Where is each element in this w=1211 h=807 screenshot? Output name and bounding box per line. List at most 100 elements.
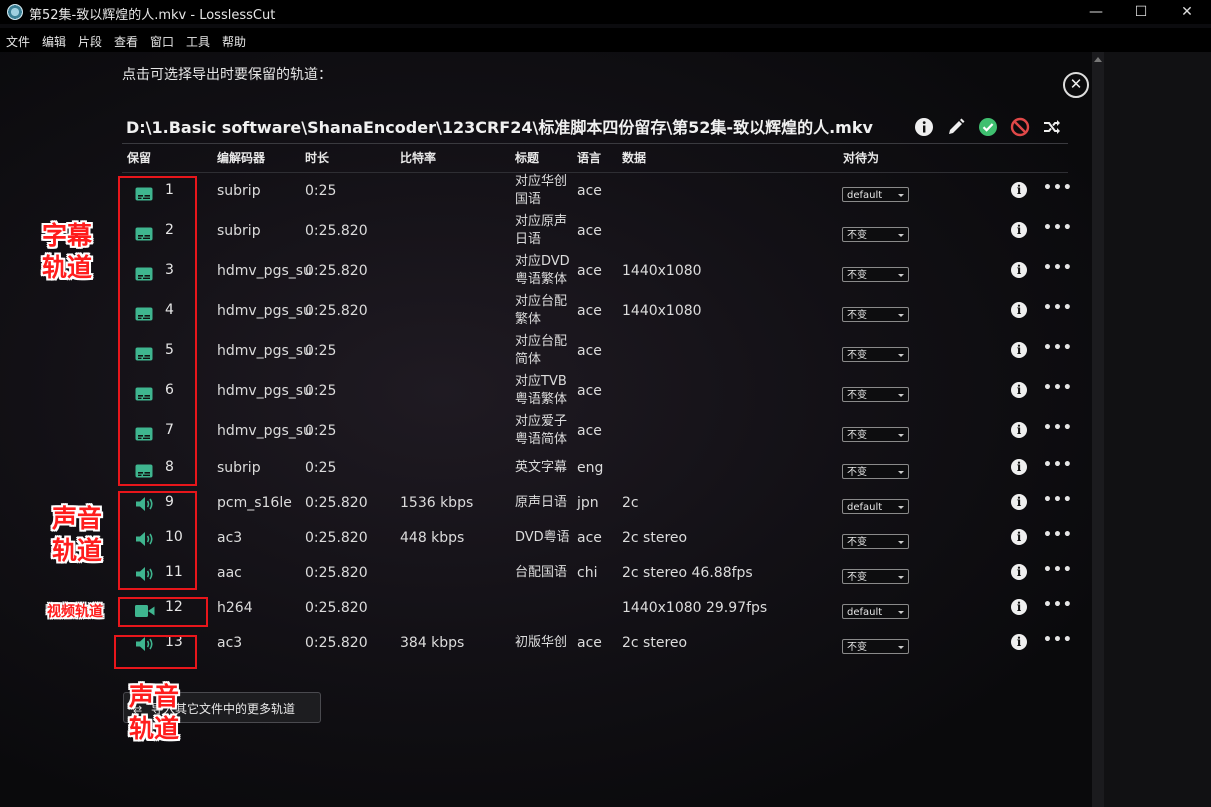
more-options-icon[interactable]: ••• — [1043, 632, 1073, 648]
info-icon[interactable] — [914, 117, 934, 137]
disposition-value: 不变 — [847, 350, 867, 361]
disposition-select[interactable]: default — [842, 499, 909, 514]
minimize-button[interactable]: — — [1073, 0, 1119, 24]
col-lang[interactable]: 语言 — [577, 149, 601, 166]
track-info-icon[interactable]: i — [1011, 564, 1027, 580]
track-bitrate: 384 kbps — [400, 635, 465, 651]
more-options-icon[interactable]: ••• — [1043, 492, 1073, 508]
menu-help[interactable]: 帮助 — [222, 33, 246, 50]
more-options-icon[interactable]: ••• — [1043, 260, 1073, 276]
keep-all-check-icon[interactable] — [978, 117, 998, 137]
track-duration: 0:25.820 — [305, 600, 368, 616]
col-data[interactable]: 数据 — [622, 149, 646, 166]
track-codec: pcm_s16le — [217, 495, 292, 511]
close-dialog-button[interactable]: ✕ — [1063, 72, 1089, 98]
track-duration: 0:25.820 — [305, 530, 368, 546]
track-language: ace — [577, 383, 602, 399]
chevron-down-icon — [898, 394, 904, 397]
track-codec: h264 — [217, 600, 253, 616]
chevron-down-icon — [898, 434, 904, 437]
track-info-icon[interactable]: i — [1011, 422, 1027, 438]
track-duration: 0:25.820 — [305, 303, 368, 319]
disposition-value: 不变 — [847, 310, 867, 321]
track-codec: subrip — [217, 183, 261, 199]
track-info-icon[interactable]: i — [1011, 634, 1027, 650]
disposition-value: default — [847, 502, 883, 513]
disposition-select[interactable]: 不变 — [842, 267, 909, 282]
disposition-select[interactable]: 不变 — [842, 387, 909, 402]
col-title[interactable]: 标题 — [515, 149, 539, 166]
track-info-icon[interactable]: i — [1011, 262, 1027, 278]
menu-segment[interactable]: 片段 — [78, 33, 102, 50]
disposition-select[interactable]: 不变 — [842, 569, 909, 584]
disposition-select[interactable]: 不变 — [842, 464, 909, 479]
disposition-select[interactable]: 不变 — [842, 227, 909, 242]
track-info-icon[interactable]: i — [1011, 599, 1027, 615]
close-window-button[interactable]: ✕ — [1164, 0, 1210, 24]
disposition-select[interactable]: 不变 — [842, 307, 909, 322]
more-options-icon[interactable]: ••• — [1043, 527, 1073, 543]
menu-view[interactable]: 查看 — [114, 33, 138, 50]
track-codec: hdmv_pgs_su — [217, 263, 312, 279]
disposition-value: 不变 — [847, 572, 867, 583]
track-language: ace — [577, 263, 602, 279]
col-codec[interactable]: 编解码器 — [217, 149, 265, 166]
track-info-icon[interactable]: i — [1011, 459, 1027, 475]
track-info-icon[interactable]: i — [1011, 382, 1027, 398]
col-keep[interactable]: 保留 — [127, 149, 151, 166]
track-data: 1440x1080 — [622, 263, 702, 279]
more-options-icon[interactable]: ••• — [1043, 220, 1073, 236]
track-info-icon[interactable]: i — [1011, 302, 1027, 318]
shuffle-icon[interactable] — [1042, 117, 1062, 137]
track-title: 台配国语 — [515, 565, 568, 580]
track-codec: subrip — [217, 460, 261, 476]
chevron-down-icon — [898, 471, 904, 474]
disposition-value: 不变 — [847, 642, 867, 653]
chevron-down-icon — [898, 576, 904, 579]
track-info-icon[interactable]: i — [1011, 342, 1027, 358]
more-options-icon[interactable]: ••• — [1043, 457, 1073, 473]
scroll-up-arrow-icon[interactable] — [1094, 57, 1102, 62]
audio-track-bottom-highlight — [114, 635, 197, 669]
menu-window[interactable]: 窗口 — [150, 33, 174, 50]
maximize-button[interactable]: ☐ — [1118, 0, 1164, 24]
more-options-icon[interactable]: ••• — [1043, 380, 1073, 396]
disposition-select[interactable]: default — [842, 604, 909, 619]
col-duration[interactable]: 时长 — [305, 149, 329, 166]
chevron-down-icon — [898, 274, 904, 277]
track-codec: subrip — [217, 223, 261, 239]
track-codec: ac3 — [217, 635, 243, 651]
col-bitrate[interactable]: 比特率 — [400, 149, 436, 166]
discard-all-ban-icon[interactable] — [1010, 117, 1030, 137]
menu-tools[interactable]: 工具 — [186, 33, 210, 50]
more-options-icon[interactable]: ••• — [1043, 597, 1073, 613]
track-title: 对应原声日语 — [515, 214, 568, 247]
track-info-icon[interactable]: i — [1011, 494, 1027, 510]
menu-file[interactable]: 文件 — [6, 33, 30, 50]
track-info-icon[interactable]: i — [1011, 222, 1027, 238]
track-data: 2c stereo 46.88fps — [622, 565, 753, 581]
track-info-icon[interactable]: i — [1011, 529, 1027, 545]
track-info-icon[interactable]: i — [1011, 182, 1027, 198]
track-language: chi — [577, 565, 598, 581]
disposition-value: default — [847, 190, 883, 201]
col-disposition[interactable]: 对待为 — [843, 149, 879, 166]
disposition-select[interactable]: 不变 — [842, 427, 909, 442]
disposition-value: default — [847, 607, 883, 618]
track-duration: 0:25.820 — [305, 495, 368, 511]
disposition-select[interactable]: default — [842, 187, 909, 202]
disposition-select[interactable]: 不变 — [842, 534, 909, 549]
track-data: 2c — [622, 495, 639, 511]
more-options-icon[interactable]: ••• — [1043, 180, 1073, 196]
more-options-icon[interactable]: ••• — [1043, 420, 1073, 436]
dialog-instruction: 点击可选择导出时要保留的轨道： — [122, 67, 332, 83]
more-options-icon[interactable]: ••• — [1043, 300, 1073, 316]
audio-track-bottom-annotation: 声音 轨道 — [128, 682, 179, 743]
track-codec: hdmv_pgs_su — [217, 343, 312, 359]
more-options-icon[interactable]: ••• — [1043, 340, 1073, 356]
edit-pencil-icon[interactable] — [946, 117, 966, 137]
disposition-select[interactable]: 不变 — [842, 347, 909, 362]
disposition-select[interactable]: 不变 — [842, 639, 909, 654]
more-options-icon[interactable]: ••• — [1043, 562, 1073, 578]
menu-edit[interactable]: 编辑 — [42, 33, 66, 50]
